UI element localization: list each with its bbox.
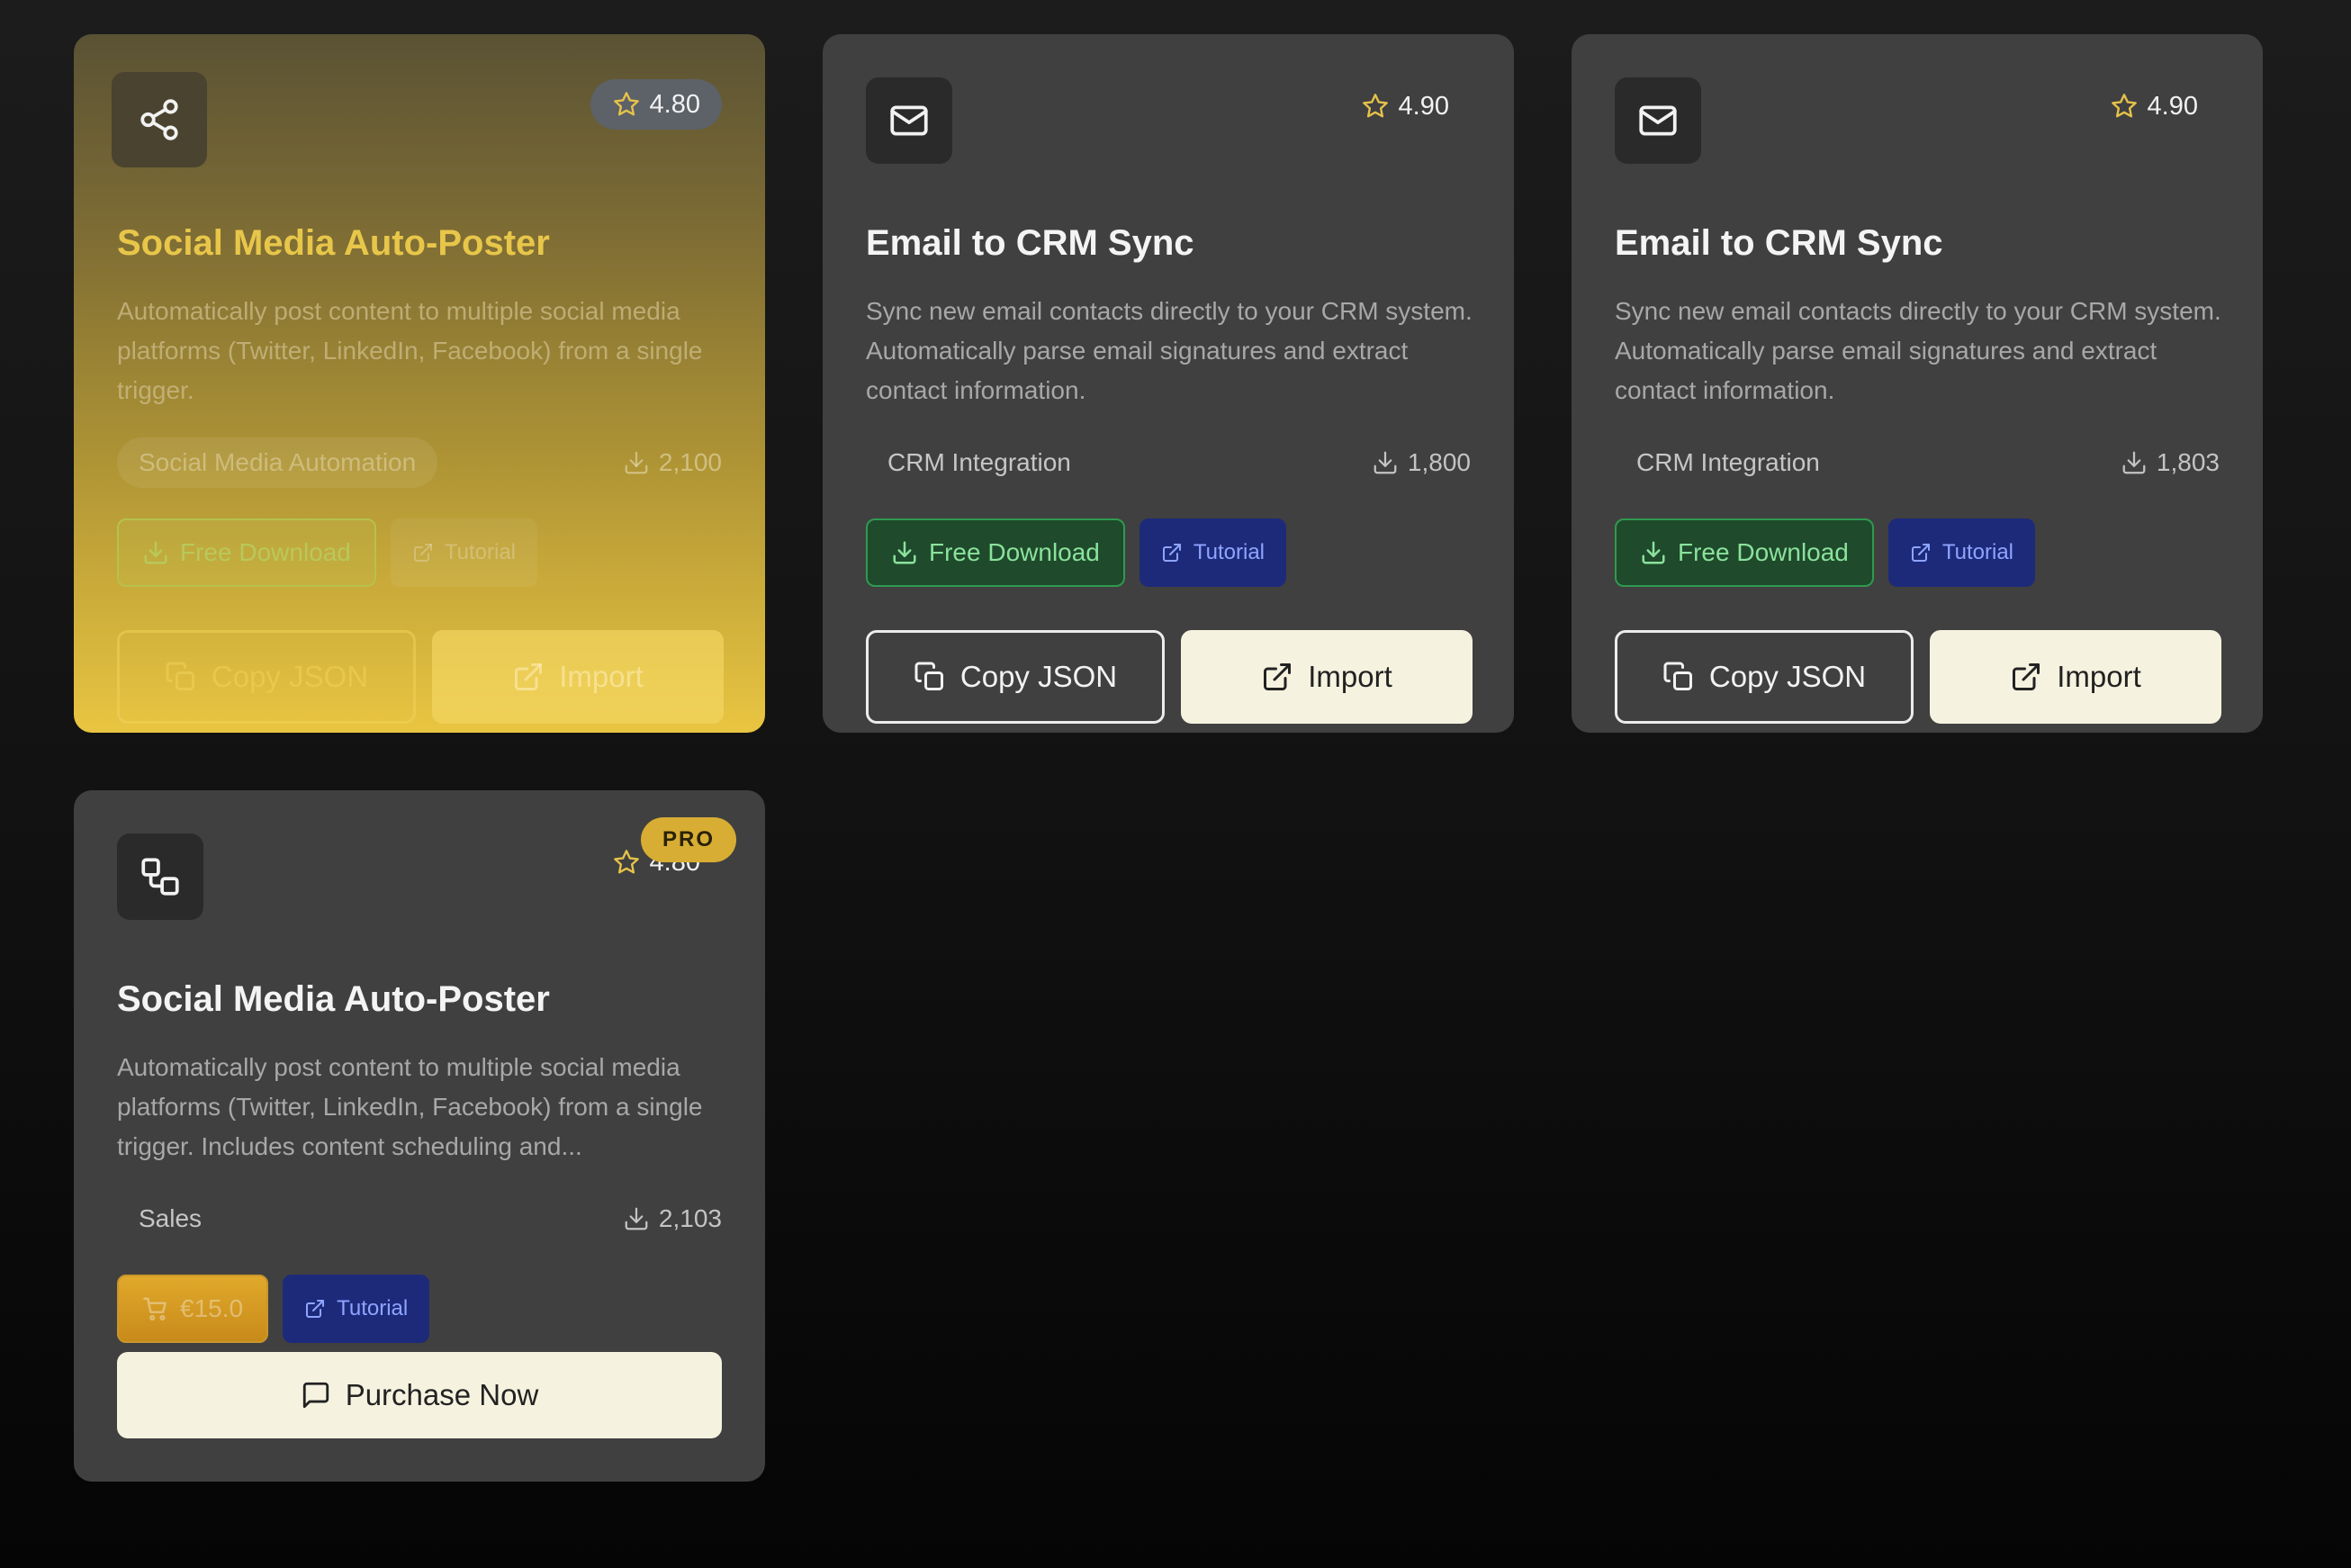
import-button[interactable]: Import [1181, 630, 1473, 724]
tutorial-button[interactable]: Tutorial [1887, 518, 2036, 587]
workflow-card[interactable]: 4.80 Social Media Auto-Poster Automatica… [74, 34, 765, 733]
category-tag: Social Media Automation [117, 437, 438, 488]
download-icon [625, 451, 648, 474]
import-button[interactable]: Import [432, 630, 724, 724]
download-count: 2,103 [623, 1194, 722, 1244]
download-icon [893, 541, 916, 564]
star-icon [613, 92, 639, 116]
copy-icon [166, 662, 194, 690]
pro-badge: PRO [640, 817, 736, 862]
workflow-card[interactable]: 4.90 Email to CRM Sync Sync new email co… [823, 34, 1514, 733]
card-title: Email to CRM Sync [866, 223, 1194, 263]
workflow-icon [117, 834, 203, 920]
download-icon [625, 1207, 648, 1230]
cart-icon [143, 1297, 167, 1321]
download-count: 1,803 [2121, 437, 2220, 488]
rating-badge: 4.90 [1339, 81, 1471, 131]
download-count-value: 1,803 [2156, 448, 2220, 476]
free-download-button[interactable]: Free Download [117, 518, 376, 587]
card-title: Email to CRM Sync [1615, 223, 1943, 263]
message-icon [302, 1382, 329, 1409]
share-icon [112, 72, 207, 167]
star-icon [1362, 94, 1388, 118]
download-icon [2122, 451, 2146, 474]
download-count-value: 1,800 [1407, 448, 1471, 476]
workflow-card-pro[interactable]: 4.80 PRO Social Media Auto-Poster Automa… [74, 790, 765, 1482]
star-icon [613, 850, 639, 874]
external-link-icon [413, 544, 432, 562]
card-description: Sync new email contacts directly to your… [866, 297, 1473, 404]
tutorial-button[interactable]: Tutorial [1139, 518, 1287, 587]
tutorial-button[interactable]: Tutorial [390, 518, 538, 587]
external-link-icon [306, 1300, 325, 1318]
rating-value: 4.90 [2147, 91, 2198, 121]
import-button[interactable]: Import [1930, 630, 2221, 724]
external-link-icon [515, 663, 543, 690]
card-description: Automatically post content to multiple s… [117, 1053, 703, 1160]
free-download-button[interactable]: Free Download [866, 518, 1125, 587]
mail-icon [1615, 77, 1701, 164]
download-count-value: 2,100 [658, 448, 722, 476]
category-tag: CRM Integration [1636, 448, 1820, 476]
external-link-icon [1162, 544, 1181, 562]
download-count-value: 2,103 [658, 1204, 722, 1232]
workflow-card[interactable]: 4.90 Email to CRM Sync Sync new email co… [1572, 34, 2263, 733]
copy-icon [914, 662, 943, 690]
rating-value: 4.90 [1398, 91, 1449, 121]
rating-value: 4.80 [649, 89, 700, 119]
rating-badge: 4.80 [590, 79, 722, 130]
category-tag: Sales [139, 1204, 203, 1232]
download-icon [144, 541, 167, 564]
star-icon [2111, 94, 2137, 118]
category-tag: CRM Integration [887, 448, 1071, 476]
buy-price-button[interactable]: €15.0 [117, 1275, 269, 1343]
copy-json-button[interactable]: Copy JSON [866, 630, 1165, 724]
workflow-grid: 4.80 Social Media Auto-Poster Automatica… [0, 0, 2351, 1568]
mail-icon [866, 77, 952, 164]
card-title: Social Media Auto-Poster [117, 223, 550, 263]
card-title: Social Media Auto-Poster [117, 979, 550, 1019]
external-link-icon [1264, 663, 1292, 690]
external-link-icon [1911, 544, 1930, 562]
tutorial-button[interactable]: Tutorial [283, 1275, 430, 1343]
card-description: Sync new email contacts directly to your… [1615, 297, 2221, 404]
purchase-now-button[interactable]: Purchase Now [117, 1352, 722, 1438]
copy-json-button[interactable]: Copy JSON [117, 630, 416, 724]
download-icon [1374, 451, 1397, 474]
rating-badge: 4.90 [2088, 81, 2220, 131]
download-count: 1,800 [1372, 437, 1471, 488]
download-icon [1642, 541, 1665, 564]
external-link-icon [2013, 663, 2040, 690]
free-download-button[interactable]: Free Download [1615, 518, 1874, 587]
copy-icon [1663, 662, 1692, 690]
copy-json-button[interactable]: Copy JSON [1615, 630, 1914, 724]
card-description: Automatically post content to multiple s… [117, 297, 703, 404]
download-count: 2,100 [623, 437, 722, 488]
